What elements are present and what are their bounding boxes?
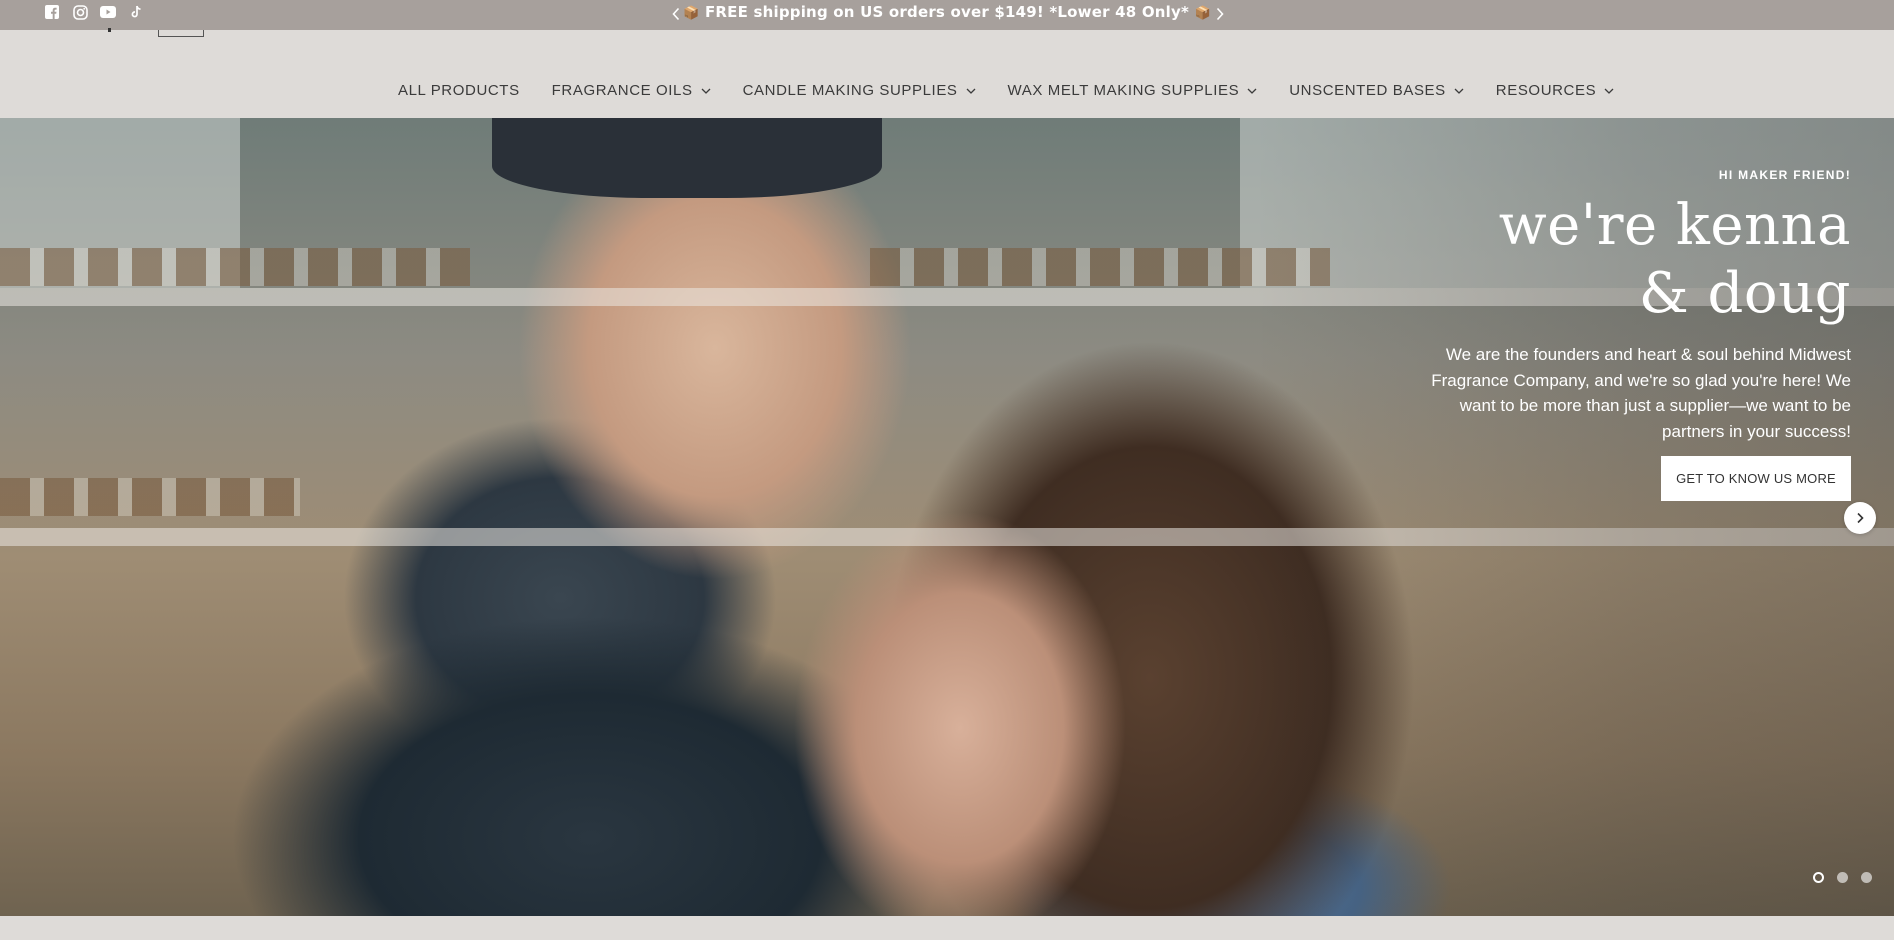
chevron-down-icon (1604, 86, 1614, 96)
package-icon: 📦 (683, 6, 700, 21)
logo-fragment (108, 28, 111, 32)
slide-dot[interactable] (1837, 872, 1848, 883)
hero-headline: we're kenna & doug (1499, 192, 1851, 328)
chevron-down-icon (966, 86, 976, 96)
hero-photo (492, 118, 882, 198)
slide-next-button[interactable] (1844, 502, 1876, 534)
nav-item-all-products[interactable]: ALL PRODUCTS (398, 82, 520, 99)
nav-item-label: FRAGRANCE OILS (551, 82, 693, 99)
nav-item-fragrance-oils[interactable]: FRAGRANCE OILS (552, 82, 711, 99)
nav-item-label: CANDLE MAKING SUPPLIES (742, 82, 958, 99)
hero-eyebrow: HI MAKER FRIEND! (1718, 168, 1851, 182)
shelf-background (0, 248, 470, 286)
nav-item-unscented-bases[interactable]: UNSCENTED BASES (1289, 82, 1464, 99)
chevron-right-icon (1216, 7, 1224, 21)
nav-item-label: UNSCENTED BASES (1289, 82, 1446, 99)
page-section-bg (0, 916, 1894, 940)
announcement-message[interactable]: 📦 FREE shipping on US orders over $149! … (0, 3, 1894, 21)
chevron-down-icon (1247, 86, 1257, 96)
slide-pagination (1813, 872, 1872, 883)
announcement-bar: 📦 FREE shipping on US orders over $149! … (0, 0, 1894, 30)
slide-dot[interactable] (1861, 872, 1872, 883)
get-to-know-us-button[interactable]: GET TO KNOW US MORE (1661, 456, 1851, 501)
announcement-next-button[interactable] (1208, 2, 1232, 26)
nav-item-resources[interactable]: RESOURCES (1496, 82, 1614, 99)
chevron-down-icon (1454, 86, 1464, 96)
hero-body: We are the founders and heart & soul beh… (1431, 345, 1851, 441)
hero-headline-line2: & doug (1638, 261, 1851, 326)
nav-item-wax-melt-making-supplies[interactable]: WAX MELT MAKING SUPPLIES (1008, 82, 1258, 99)
nav-item-candle-making-supplies[interactable]: CANDLE MAKING SUPPLIES (743, 82, 976, 99)
announcement-text: FREE shipping on US orders over $149! *L… (704, 3, 1190, 21)
main-navigation: ALL PRODUCTS FRAGRANCE OILS CANDLE MAKIN… (0, 30, 1894, 118)
nav-menu: ALL PRODUCTS FRAGRANCE OILS CANDLE MAKIN… (398, 82, 1646, 99)
chevron-down-icon (701, 86, 711, 96)
shelf-background (0, 478, 300, 516)
nav-item-label: WAX MELT MAKING SUPPLIES (1007, 82, 1240, 99)
chevron-right-icon (1856, 512, 1864, 524)
nav-item-label: RESOURCES (1495, 82, 1597, 99)
nav-item-label: ALL PRODUCTS (398, 82, 520, 99)
slide-dot[interactable] (1813, 872, 1824, 883)
logo-box-fragment (158, 30, 204, 37)
hero-headline-line1: we're kenna (1498, 193, 1851, 258)
